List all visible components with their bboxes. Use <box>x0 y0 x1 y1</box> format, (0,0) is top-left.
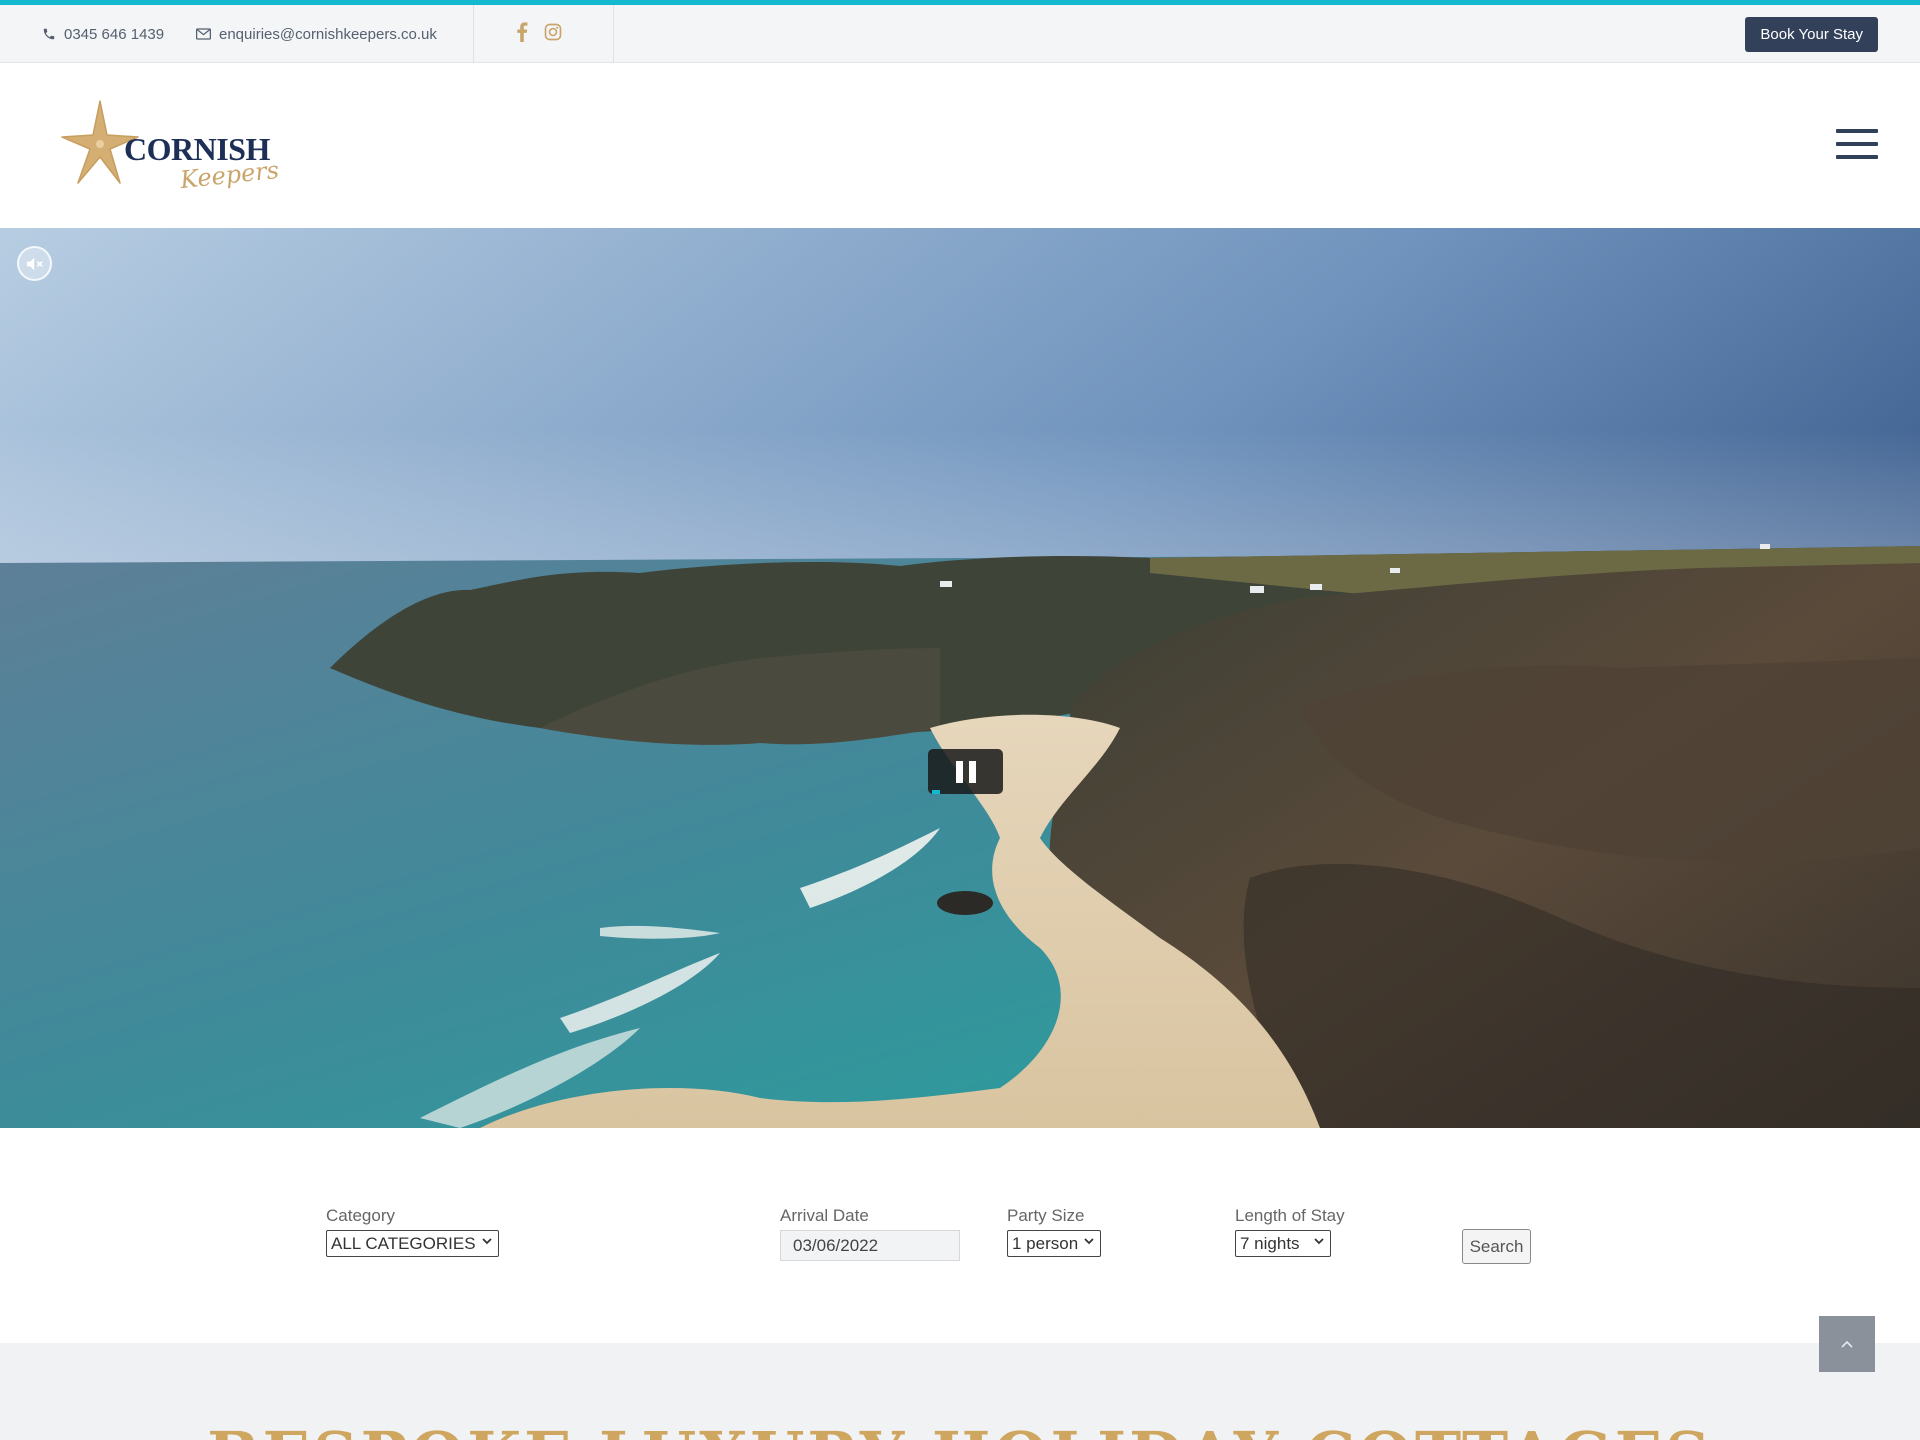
phone-link[interactable]: 0345 646 1439 <box>42 5 164 63</box>
party-size-field: Party Size 1 person <box>1007 1206 1102 1257</box>
category-label: Category <box>326 1206 395 1225</box>
category-select[interactable]: ALL CATEGORIES <box>326 1230 499 1257</box>
topbar-divider <box>473 5 474 63</box>
chevron-down-icon <box>1313 1238 1324 1245</box>
availability-search-form: Category ALL CATEGORIES Arrival Date 03/… <box>0 1128 1920 1343</box>
book-your-stay-button[interactable]: Book Your Stay <box>1745 17 1878 52</box>
scroll-to-top-button[interactable] <box>1819 1316 1875 1372</box>
chevron-up-icon <box>1841 1340 1853 1348</box>
arrival-date-input[interactable]: 03/06/2022 <box>780 1230 960 1261</box>
muted-speaker-icon <box>26 257 43 270</box>
category-value: ALL CATEGORIES <box>331 1233 476 1253</box>
arrival-date-label: Arrival Date <box>780 1206 869 1225</box>
coastline-video-frame <box>0 228 1920 1128</box>
section-heading: BESPOKE LUXURY HOLIDAY COTTAGES <box>0 1418 1920 1440</box>
phone-icon <box>43 28 55 40</box>
length-of-stay-value: 7 nights <box>1240 1233 1300 1253</box>
video-progress-indicator <box>932 790 940 794</box>
logo[interactable]: CORNISH Keepers <box>60 97 290 197</box>
hero-video[interactable] <box>0 228 1920 1128</box>
length-of-stay-label: Length of Stay <box>1235 1206 1345 1225</box>
facebook-icon[interactable] <box>516 21 528 47</box>
pause-icon-bar <box>968 760 976 783</box>
site-header: CORNISH Keepers <box>0 63 1920 228</box>
pause-icon <box>955 760 963 783</box>
arrival-date-field: Arrival Date 03/06/2022 <box>780 1206 960 1261</box>
category-field: Category ALL CATEGORIES <box>326 1206 499 1257</box>
chevron-down-icon <box>1084 1238 1094 1245</box>
social-links <box>516 5 562 63</box>
envelope-icon <box>196 28 211 40</box>
length-of-stay-field: Length of Stay 7 nights <box>1235 1206 1345 1257</box>
mute-toggle-button[interactable] <box>17 246 52 281</box>
search-button[interactable]: Search <box>1462 1229 1531 1264</box>
instagram-icon[interactable] <box>544 23 562 46</box>
topbar-divider <box>613 5 614 63</box>
intro-section: BESPOKE LUXURY HOLIDAY COTTAGES <box>0 1343 1920 1440</box>
top-bar: 0345 646 1439 enquiries@cornishkeepers.c… <box>0 5 1920 63</box>
length-of-stay-select[interactable]: 7 nights <box>1235 1230 1331 1257</box>
hamburger-menu-icon[interactable] <box>1836 129 1878 159</box>
party-size-label: Party Size <box>1007 1206 1085 1225</box>
pause-button[interactable] <box>928 749 1003 794</box>
phone-number: 0345 646 1439 <box>64 25 165 43</box>
party-size-value: 1 person <box>1012 1233 1079 1253</box>
email-address: enquiries@cornishkeepers.co.uk <box>219 25 437 43</box>
chevron-down-icon <box>481 1238 492 1245</box>
party-size-select[interactable]: 1 person <box>1007 1230 1102 1257</box>
email-link[interactable]: enquiries@cornishkeepers.co.uk <box>196 5 437 63</box>
